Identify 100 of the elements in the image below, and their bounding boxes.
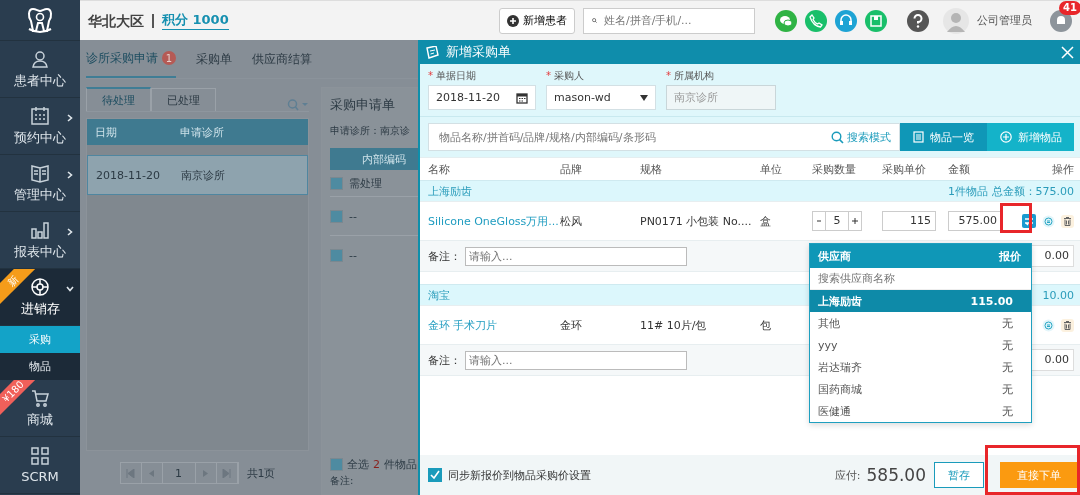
date-cell-text: 2018-11-20: [96, 168, 161, 182]
column-header: 供应商: [818, 248, 851, 264]
payable-amount: 585.00: [866, 465, 926, 485]
tooth-logo-icon[interactable]: [25, 5, 55, 35]
field-label: 所属机构: [674, 70, 714, 81]
nav-label: 报表中心: [14, 242, 66, 261]
search-filter-icon[interactable]: [287, 99, 309, 111]
highlight-frame: [1000, 203, 1032, 233]
avatar-icon[interactable]: [943, 7, 969, 34]
form-icon: [426, 45, 440, 59]
calendar-icon: [30, 105, 50, 126]
column-header: 日期: [95, 124, 118, 140]
column-header: 单位: [760, 161, 783, 177]
remark-field[interactable]: 请输入...: [465, 246, 687, 266]
supplier-group-label: 淘宝: [428, 287, 450, 303]
remark-field[interactable]: 请输入...: [465, 350, 687, 370]
unit-cell-text: 盒: [760, 213, 772, 229]
amount-field[interactable]: 575.00: [948, 211, 1002, 231]
supplier-option[interactable]: 国药商城 无: [810, 378, 1031, 400]
column-header: 申请诊所: [180, 124, 225, 140]
spec-cell-text: PN0171 小包装 No....: [640, 213, 753, 229]
brand-cell-text: 松风: [560, 213, 583, 229]
search-icon: [831, 130, 844, 144]
column-header: 品牌: [560, 161, 583, 177]
chat-icon[interactable]: [775, 9, 797, 32]
date-field[interactable]: 2018-11-20: [428, 85, 536, 110]
page-total: 共1页: [246, 465, 276, 481]
new-patient-button[interactable]: 新增患者: [499, 7, 575, 34]
help-icon[interactable]: [907, 9, 929, 32]
region-name: 华北大区: [88, 13, 154, 28]
required-mark: *: [428, 70, 433, 81]
list-row[interactable]: 2018-11-20 南京诊所: [87, 155, 308, 195]
subtab[interactable]: 已处理: [151, 88, 216, 111]
supplier-option[interactable]: 上海励齿 115.00: [810, 290, 1031, 312]
detail-icon[interactable]: [1042, 214, 1055, 228]
select-field[interactable]: mason-wd: [546, 85, 656, 110]
price-field[interactable]: 115: [882, 211, 936, 231]
search-field[interactable]: 姓名/拼音/手机/...: [583, 7, 755, 34]
grid-icon: [30, 446, 50, 466]
save-icon[interactable]: [865, 9, 887, 32]
list-icon: [913, 131, 924, 143]
quantity-stepper[interactable]: 5: [812, 211, 862, 231]
column-header: 操作: [1051, 161, 1074, 177]
delete-icon[interactable]: [1061, 214, 1074, 228]
tab[interactable]: 采购单: [196, 40, 232, 78]
count-suffix: 件物品: [384, 457, 417, 472]
dropdown-arrow-icon: [640, 94, 648, 101]
group-summary: 1件物品 总金额：575.00: [948, 183, 1074, 199]
close-icon[interactable]: [1061, 45, 1074, 59]
supplier-option[interactable]: 其他 无: [810, 312, 1031, 334]
supplier-search-field[interactable]: 搜索供应商名称: [810, 268, 1031, 290]
person-icon: [30, 48, 50, 69]
ring-icon: [30, 276, 50, 297]
book-icon: [30, 162, 50, 183]
bar-chart-icon: [30, 219, 50, 240]
plus-icon[interactable]: [849, 216, 861, 226]
column-header: 采购单价: [882, 161, 927, 177]
nav-label: 患者中心: [14, 71, 66, 90]
column-header: 报价: [999, 248, 1021, 264]
field-label: 单据日期: [436, 70, 476, 81]
notification-count: 41: [1059, 0, 1080, 15]
drawer-title: 新增采购单: [446, 43, 511, 61]
checkbox[interactable]: [330, 209, 343, 223]
remark-label: 备注：: [428, 352, 461, 368]
delete-icon[interactable]: [1061, 318, 1074, 332]
cart-icon: [30, 387, 50, 408]
group-label: 需处理: [349, 175, 382, 191]
next-icon: [201, 468, 210, 478]
count-badge: 1: [162, 51, 176, 65]
user-name[interactable]: 公司管理员: [977, 13, 1032, 28]
panel-title: 采购申请单: [330, 96, 395, 114]
item-cell: --: [349, 209, 357, 223]
notification-icon[interactable]: [1050, 9, 1072, 32]
column-header: 金额: [948, 161, 971, 177]
sidebar-subitem[interactable]: 物品: [0, 353, 80, 380]
phone-icon[interactable]: [805, 9, 827, 32]
plus-circle-icon: [999, 131, 1012, 143]
clinic-cell: 南京诊所: [181, 167, 225, 183]
supplier-option[interactable]: 医健通 无: [810, 400, 1031, 422]
unit-cell-text: 包: [760, 317, 772, 333]
headset-icon[interactable]: [835, 9, 857, 32]
sync-price-label: 同步新报价到物品采购价设置: [448, 467, 591, 483]
brand-cell-text: 金环: [560, 317, 583, 333]
field-label: 采购人: [554, 70, 584, 81]
tab[interactable]: 供应商结算: [252, 40, 312, 78]
detail-icon[interactable]: [1042, 318, 1055, 332]
column-header: 采购数量: [812, 161, 857, 177]
checkbox[interactable]: [330, 248, 343, 262]
checkbox[interactable]: [330, 458, 343, 471]
swap-arrows-icon: [1024, 216, 1034, 226]
sidebar-item[interactable]: 新 进销存: [0, 269, 80, 326]
plus-circle-icon: [507, 14, 519, 27]
required-mark: *: [666, 70, 671, 81]
supplier-group-label: 上海励齿: [428, 183, 472, 199]
first-page-icon: [126, 468, 135, 478]
checkbox[interactable]: [330, 176, 343, 190]
clinic-label: 申请诊所：南京诊: [330, 124, 410, 138]
spec-cell-text: 11# 10片/包: [640, 317, 708, 333]
checkbox[interactable]: [428, 468, 442, 482]
remark-label: 备注：: [428, 248, 461, 264]
